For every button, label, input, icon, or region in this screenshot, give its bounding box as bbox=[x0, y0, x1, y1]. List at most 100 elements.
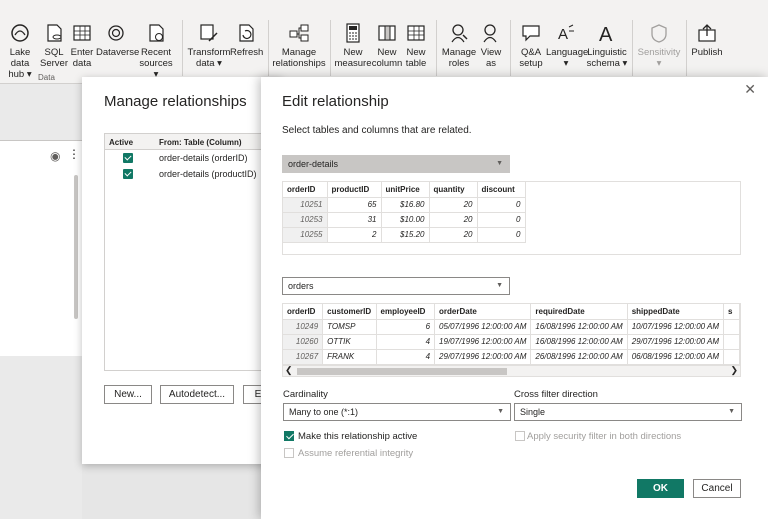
refresh-button[interactable]: Refresh bbox=[230, 22, 263, 58]
referential-integrity-label: Assume referential integrity bbox=[298, 448, 414, 459]
column-header[interactable]: orderID bbox=[283, 304, 324, 320]
cardinality-dropdown[interactable]: Many to one (*:1) ▼ bbox=[283, 403, 511, 421]
security-filter-checkbox[interactable] bbox=[515, 431, 525, 441]
table2-dropdown[interactable]: orders ▼ bbox=[282, 277, 510, 295]
dialog-title: Edit relationship bbox=[282, 93, 389, 110]
table1-dropdown[interactable]: order-details ▼ bbox=[282, 155, 510, 173]
column-header[interactable]: discount bbox=[477, 182, 526, 198]
ribbon: Lake data hub ▾ SQL Server Enter data Datav… bbox=[0, 0, 768, 84]
view-as-icon bbox=[483, 24, 497, 43]
linguistic-schema-button[interactable]: A Linguistic schema ▾ bbox=[586, 22, 628, 69]
column-header-active: Active bbox=[109, 138, 134, 147]
table-row: 10255 2 $15.20 20 0 bbox=[283, 227, 526, 243]
table-row: 10267 FRANK 4 29/07/1996 12:00:00 AM 26/08/1… bbox=[283, 349, 740, 365]
horizontal-scrollbar[interactable]: ❮ ❯ bbox=[283, 365, 740, 376]
publish-icon bbox=[698, 24, 716, 42]
close-icon[interactable]: ✕ bbox=[744, 81, 756, 98]
table-row: 10249 TOMSP 6 05/07/1996 12:00:00 AM 16/08/1… bbox=[283, 319, 740, 335]
ribbon-separator bbox=[268, 20, 269, 76]
manage-relationships-dialog: Manage relationships Active From: Table … bbox=[82, 77, 304, 464]
column-header[interactable]: orderDate bbox=[434, 304, 532, 320]
scroll-right-icon[interactable]: ❯ bbox=[730, 365, 738, 376]
calculator-icon bbox=[346, 23, 360, 43]
manage-relationships-button[interactable]: Manage relationships bbox=[272, 22, 326, 69]
transform-data-button[interactable]: Transform data ▾ bbox=[186, 22, 232, 69]
ribbon-separator bbox=[510, 20, 511, 76]
recent-sources-button[interactable]: Recent sources ▾ bbox=[136, 22, 176, 80]
cross-filter-label: Cross filter direction bbox=[514, 389, 598, 400]
scrollbar[interactable] bbox=[74, 175, 78, 319]
column-header[interactable]: orderID bbox=[283, 182, 328, 198]
eye-icon[interactable]: ◉ bbox=[50, 149, 60, 163]
column-header[interactable]: productID bbox=[327, 182, 382, 198]
publish-button[interactable]: Publish bbox=[690, 22, 724, 58]
new-measure-button[interactable]: New measure bbox=[334, 22, 372, 69]
refresh-icon bbox=[239, 24, 254, 42]
column-icon bbox=[378, 25, 396, 41]
left-card: ◉ ⋮ bbox=[0, 140, 82, 356]
new-column-button[interactable]: New column bbox=[370, 22, 404, 69]
column-header[interactable]: quantity bbox=[429, 182, 478, 198]
table-row: 10253 31 $10.00 20 0 bbox=[283, 212, 526, 228]
more-options-icon[interactable]: ⋮ bbox=[68, 147, 80, 161]
onelake-button[interactable]: Lake data hub ▾ bbox=[0, 22, 40, 80]
make-active-label: Make this relationship active bbox=[298, 431, 418, 442]
manage-roles-button[interactable]: Manage roles bbox=[440, 22, 478, 69]
table1-grid: orderID productID unitPrice quantity dis… bbox=[283, 182, 526, 243]
make-active-checkbox[interactable] bbox=[284, 431, 294, 441]
data-group-label: Data bbox=[38, 73, 55, 82]
scrollbar-thumb[interactable] bbox=[297, 368, 507, 375]
autodetect-button[interactable]: Autodetect... bbox=[160, 385, 234, 404]
table-row: 10260 OTTIK 4 19/07/1996 12:00:00 AM 16/08/1… bbox=[283, 334, 740, 350]
view-as-button[interactable]: View as bbox=[478, 22, 504, 69]
scroll-left-icon[interactable]: ❮ bbox=[285, 365, 293, 376]
ribbon-separator bbox=[330, 20, 331, 76]
ribbon-separator bbox=[436, 20, 437, 76]
dialog-title: Manage relationships bbox=[104, 93, 247, 110]
linguistic-schema-icon: A bbox=[599, 24, 613, 44]
edit-relationship-dialog: ✕ Edit relationship Select tables and co… bbox=[261, 77, 768, 519]
ribbon-separator bbox=[686, 20, 687, 76]
onelake-icon bbox=[11, 24, 29, 42]
dialog-subtitle: Select tables and columns that are relat… bbox=[282, 125, 472, 136]
cross-filter-dropdown[interactable]: Single ▼ bbox=[514, 403, 742, 421]
new-button[interactable]: New... bbox=[104, 385, 152, 404]
transform-icon bbox=[200, 24, 218, 42]
chevron-down-icon: ▼ bbox=[728, 408, 735, 415]
active-checkbox[interactable] bbox=[123, 153, 133, 163]
security-filter-label: Apply security filter in both directions bbox=[527, 431, 682, 442]
referential-integrity-checkbox[interactable] bbox=[284, 448, 294, 458]
enter-data-button[interactable]: Enter data bbox=[68, 22, 96, 69]
column-header[interactable]: employeeID bbox=[376, 304, 436, 320]
table-row: 10251 65 $16.80 20 0 bbox=[283, 197, 526, 213]
dataverse-button[interactable]: Dataverse bbox=[96, 22, 139, 58]
column-header[interactable]: requiredDate bbox=[530, 304, 628, 320]
sensitivity-button[interactable]: Sensitivity ▾ bbox=[636, 22, 682, 69]
column-header[interactable]: shippedDate bbox=[627, 304, 725, 320]
table2-grid: orderID customerID employeeID orderDate … bbox=[283, 304, 740, 365]
svg-text:A: A bbox=[558, 26, 568, 43]
table-icon bbox=[407, 25, 425, 41]
qa-icon bbox=[522, 25, 540, 42]
table2-preview: orderID customerID employeeID orderDate … bbox=[282, 303, 741, 377]
column-header[interactable]: unitPrice bbox=[381, 182, 430, 198]
column-header-from: From: Table (Column) bbox=[159, 138, 242, 147]
sql-server-icon bbox=[47, 24, 62, 42]
sql-server-button[interactable]: SQL Server bbox=[40, 22, 68, 69]
new-table-button[interactable]: New table bbox=[404, 22, 428, 69]
language-button[interactable]: A Language ▾ bbox=[546, 22, 588, 69]
chevron-down-icon: ▼ bbox=[497, 408, 504, 415]
chevron-down-icon: ▼ bbox=[496, 282, 503, 289]
column-header[interactable]: s bbox=[723, 304, 740, 320]
relationships-icon bbox=[289, 24, 309, 42]
qa-setup-button[interactable]: Q&A setup bbox=[514, 22, 548, 69]
ok-button[interactable]: OK bbox=[637, 479, 684, 498]
ribbon-separator bbox=[632, 20, 633, 76]
active-checkbox[interactable] bbox=[123, 169, 133, 179]
manage-roles-icon bbox=[451, 24, 468, 43]
column-header[interactable]: customerID bbox=[322, 304, 377, 320]
language-icon: A bbox=[558, 24, 574, 43]
dataverse-icon bbox=[108, 25, 124, 41]
cardinality-label: Cardinality bbox=[283, 389, 328, 400]
cancel-button[interactable]: Cancel bbox=[693, 479, 741, 498]
